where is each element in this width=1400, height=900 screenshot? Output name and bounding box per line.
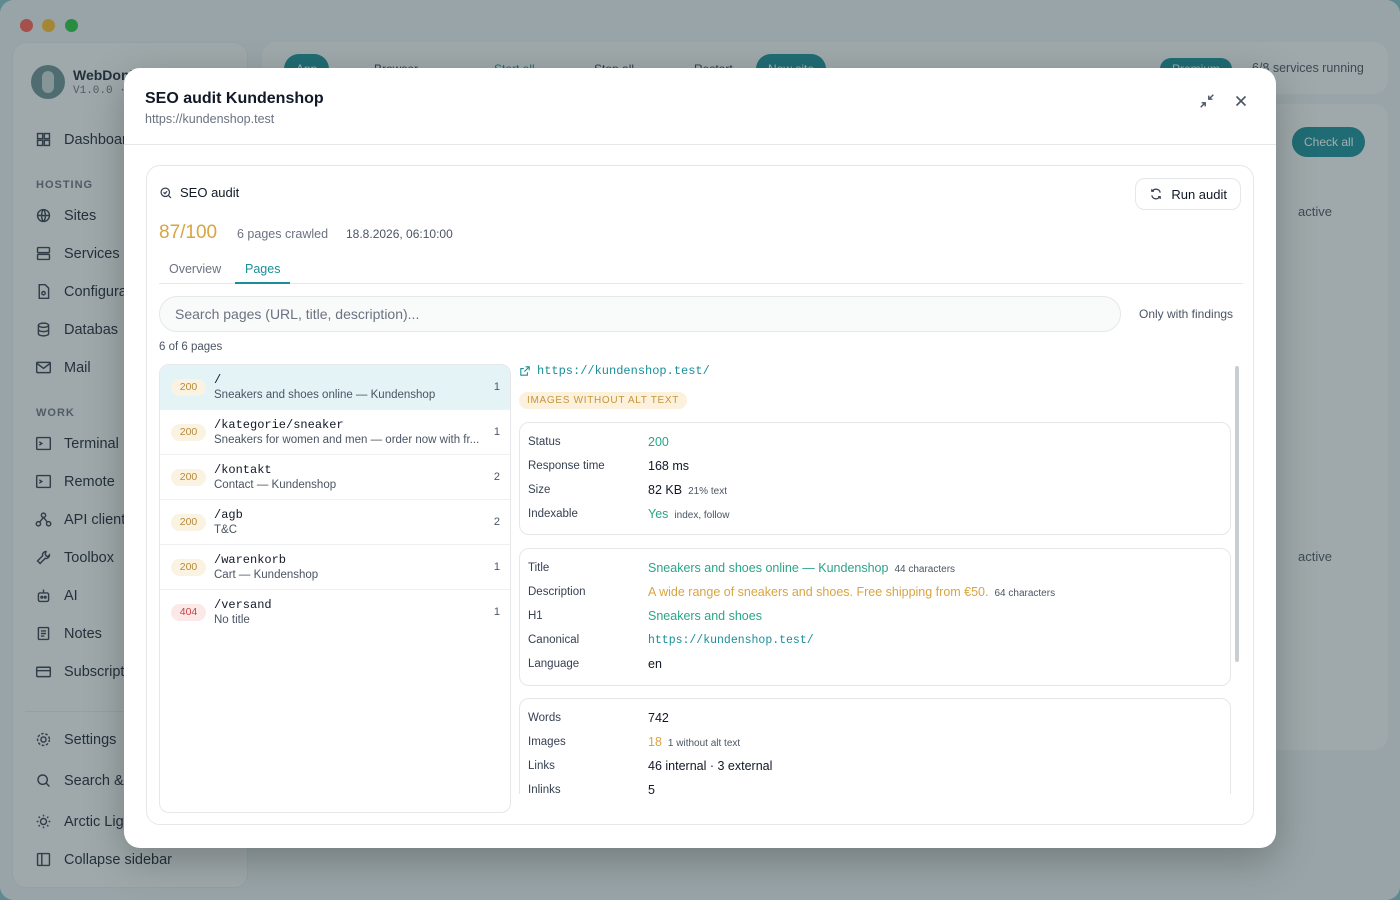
page-path: /versand xyxy=(214,598,272,612)
images-note: 1 without alt text xyxy=(667,738,741,749)
images-text: 18 xyxy=(648,735,662,749)
page-detail: https://kundenshop.test/ IMAGES WITHOUT … xyxy=(519,364,1243,813)
language-label: Language xyxy=(528,658,580,670)
indexable-note: index, follow xyxy=(674,510,730,521)
audit-tabs: Overview Pages xyxy=(159,254,1243,284)
finding-badge: IMAGES WITHOUT ALT TEXT xyxy=(519,392,688,409)
app-window: WebDonk V1.0.0 · C Dashboar HOSTING Site… xyxy=(0,0,1400,900)
page-path: /kontakt xyxy=(214,463,272,477)
links-label: Links xyxy=(528,760,555,772)
run-audit-label: Run audit xyxy=(1171,186,1227,202)
title-note: 44 characters xyxy=(894,564,956,575)
external-link-icon xyxy=(520,366,530,376)
page-title: Contact — Kundenshop xyxy=(214,479,337,491)
status-badge: 200 xyxy=(171,469,206,486)
seo-audit-header: SEO audit xyxy=(159,185,239,200)
findings-count: 1 xyxy=(493,426,500,438)
page-count: 6 of 6 pages xyxy=(159,341,223,353)
list-item[interactable]: 200 /agb T&C 2 xyxy=(160,500,510,545)
status-badge: 200 xyxy=(171,424,206,441)
response-time-value: 168 ms xyxy=(648,459,689,473)
page-path: / xyxy=(214,373,222,387)
findings-count: 2 xyxy=(493,471,500,483)
findings-count: 1 xyxy=(493,606,500,618)
scroll-clip xyxy=(519,794,1231,813)
status-badge: 404 xyxy=(171,604,206,621)
tab-overview[interactable]: Overview xyxy=(159,262,231,284)
size-text: 82 KB xyxy=(648,483,683,497)
indexable-text: Yes xyxy=(648,507,669,521)
modal-divider xyxy=(124,144,1276,145)
minimize-icon[interactable] xyxy=(1198,92,1216,110)
page-path: /kategorie/sneaker xyxy=(214,418,344,432)
seo-audit-modal: SEO audit Kundenshop https://kundenshop.… xyxy=(124,68,1276,848)
title-text: Sneakers and shoes online — Kundenshop xyxy=(648,561,889,575)
words-value: 742 xyxy=(648,711,669,725)
title-value: Sneakers and shoes online — Kundenshop 44… xyxy=(648,561,955,575)
canonical-label: Canonical xyxy=(528,634,580,646)
modal-title: SEO audit Kundenshop xyxy=(145,90,324,107)
size-label: Size xyxy=(528,484,551,496)
response-info-box: Status 200 Response time 168 ms Size 82 … xyxy=(519,422,1231,535)
h1-value: Sneakers and shoes xyxy=(648,609,762,623)
findings-count: 2 xyxy=(493,516,500,528)
response-time-label: Response time xyxy=(528,460,605,472)
seo-audit-card: SEO audit Run audit 87/100 6 pages crawl… xyxy=(146,165,1254,825)
page-title: T&C xyxy=(214,524,237,536)
list-item[interactable]: 200 /warenkorb Cart — Kundenshop 1 xyxy=(160,545,510,590)
refresh-icon xyxy=(1151,188,1162,200)
page-path: /agb xyxy=(214,508,243,522)
h1-label: H1 xyxy=(528,610,543,622)
pages-search-input[interactable]: Search pages (URL, title, description)..… xyxy=(159,296,1121,332)
close-icon[interactable] xyxy=(1232,92,1250,110)
status-badge: 200 xyxy=(171,379,206,396)
crawl-date: 18.8.2026, 06:10:00 xyxy=(346,227,453,241)
description-value: A wide range of sneakers and shoes. Free… xyxy=(648,585,1055,599)
size-value: 82 KB 21% text xyxy=(648,483,727,497)
modal-url: https://kundenshop.test xyxy=(145,112,275,126)
list-item[interactable]: 200 /kontakt Contact — Kundenshop 2 xyxy=(160,455,510,500)
canonical-value: https://kundenshop.test/ xyxy=(648,634,814,647)
list-item[interactable]: 200 /kategorie/sneaker Sneakers for wome… xyxy=(160,410,510,455)
list-item[interactable]: 404 /versand No title 1 xyxy=(160,590,510,635)
words-label: Words xyxy=(528,712,562,724)
indexable-value: Yes index, follow xyxy=(648,507,729,521)
images-value: 18 1 without alt text xyxy=(648,735,740,749)
page-path: /warenkorb xyxy=(214,553,287,567)
language-value: en xyxy=(648,657,662,671)
pages-list: 200 / Sneakers and shoes online — Kunden… xyxy=(159,364,511,813)
page-url-link[interactable]: https://kundenshop.test/ xyxy=(519,364,710,378)
tab-pages[interactable]: Pages xyxy=(235,262,291,284)
page-title: No title xyxy=(214,614,250,626)
seo-audit-label: SEO audit xyxy=(180,185,240,200)
detail-scrollbar[interactable] xyxy=(1235,366,1239,662)
findings-count: 1 xyxy=(493,561,500,573)
status-value: 200 xyxy=(648,435,669,449)
seo-score: 87/100 xyxy=(159,222,218,243)
list-item[interactable]: 200 / Sneakers and shoes online — Kunden… xyxy=(160,365,510,410)
status-badge: 200 xyxy=(171,514,206,531)
status-badge: 200 xyxy=(171,559,206,576)
status-label: Status xyxy=(528,436,561,448)
page-title: Sneakers for women and men — order now w… xyxy=(214,434,480,446)
page-url: https://kundenshop.test/ xyxy=(537,364,710,378)
images-label: Images xyxy=(528,736,566,748)
only-with-findings-toggle[interactable]: Only with findings xyxy=(1139,307,1233,321)
pages-crawled: 6 pages crawled xyxy=(237,227,329,241)
page-title: Cart — Kundenshop xyxy=(214,569,319,581)
title-label: Title xyxy=(528,562,550,574)
meta-info-box: Title Sneakers and shoes online — Kunden… xyxy=(519,548,1231,686)
page-title: Sneakers and shoes online — Kundenshop xyxy=(214,389,436,401)
findings-count: 1 xyxy=(493,381,500,393)
run-audit-button[interactable]: Run audit xyxy=(1135,178,1241,210)
description-text: A wide range of sneakers and shoes. Free… xyxy=(648,585,989,599)
indexable-label: Indexable xyxy=(528,508,578,520)
description-label: Description xyxy=(528,586,586,598)
links-value: 46 internal · 3 external xyxy=(648,759,773,773)
size-note: 21% text xyxy=(688,486,727,497)
description-note: 64 characters xyxy=(994,588,1056,599)
search-check-icon xyxy=(160,186,172,198)
